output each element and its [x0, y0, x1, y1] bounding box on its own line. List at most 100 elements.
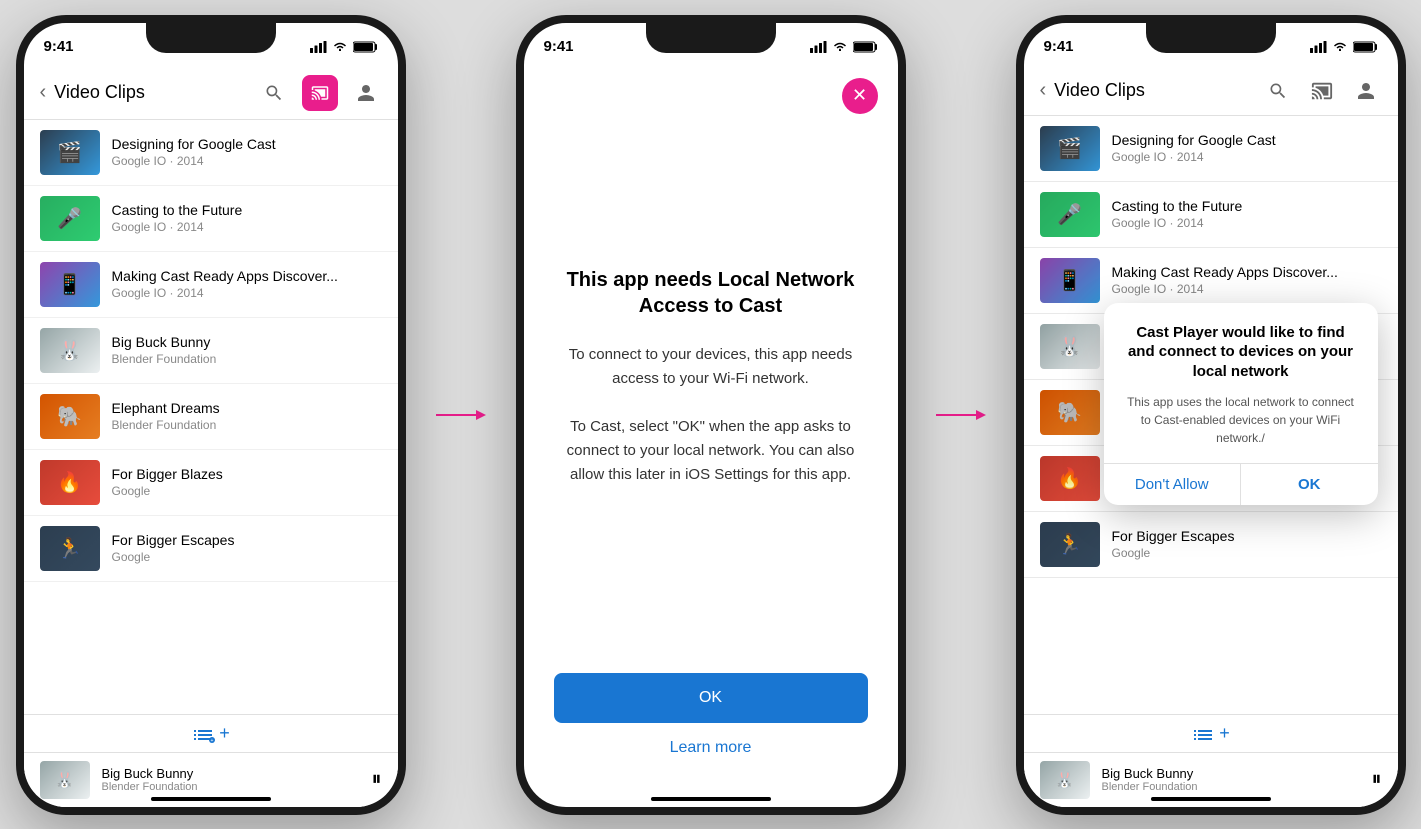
pause-button-1[interactable]: ⏸ — [372, 768, 382, 791]
modal-body-p1-2: To connect to your devices, this app nee… — [554, 343, 868, 391]
video-subtitle-1-3: Blender Foundation — [112, 352, 382, 366]
video-subtitle-3-6: Google — [1112, 546, 1382, 560]
thumb-3-6: 🏃 — [1040, 522, 1100, 567]
phone-2: 9:41 ✕ — [516, 15, 906, 815]
thumb-1-0: 🎬 — [40, 130, 100, 175]
thumb-3-3: 🐰 — [1040, 324, 1100, 369]
search-button-3[interactable] — [1262, 75, 1294, 107]
video-item-1-2[interactable]: 📱 Making Cast Ready Apps Discover... Goo… — [24, 252, 398, 318]
video-subtitle-1-4: Blender Foundation — [112, 418, 382, 432]
video-info-3-2: Making Cast Ready Apps Discover... Googl… — [1112, 264, 1382, 296]
modal-title-2: This app needs Local Network Access to C… — [554, 267, 868, 319]
now-playing-sub-3: Blender Foundation — [1102, 781, 1360, 793]
video-title-1-5: For Bigger Blazes — [112, 466, 382, 482]
app-bar-icons-1 — [258, 75, 382, 111]
status-time-2: 9:41 — [544, 38, 574, 55]
svg-text:+: + — [211, 738, 214, 743]
back-button-1[interactable]: ‹ — [40, 81, 47, 104]
queue-icon-1: + — [191, 723, 215, 743]
wifi-icon-1 — [332, 41, 348, 53]
learn-more-link-2[interactable]: Learn more — [554, 739, 868, 757]
dont-allow-button-3[interactable]: Don't Allow — [1104, 464, 1242, 505]
search-icon-1 — [264, 83, 284, 103]
video-info-1-5: For Bigger Blazes Google — [112, 466, 382, 498]
arrow-svg-1 — [436, 407, 486, 423]
account-button-3[interactable] — [1350, 75, 1382, 107]
modal-body-p2-2: To Cast, select "OK" when the app asks t… — [554, 415, 868, 487]
page-title-1: Video Clips — [54, 82, 249, 103]
video-info-1-0: Designing for Google Cast Google IO · 20… — [112, 136, 382, 168]
now-playing-thumb-1: 🐰 — [40, 761, 90, 799]
thumb-1-5: 🔥 — [40, 460, 100, 505]
wifi-icon-2 — [832, 41, 848, 53]
video-title-1-6: For Bigger Escapes — [112, 532, 382, 548]
video-item-3-6[interactable]: 🏃 For Bigger Escapes Google — [1024, 512, 1398, 578]
close-button-2[interactable]: ✕ — [842, 78, 878, 114]
page-title-3: Video Clips — [1054, 80, 1253, 101]
arrow-svg-2 — [936, 407, 986, 423]
notch-1 — [146, 23, 276, 53]
video-item-1-3[interactable]: 🐰 Big Buck Bunny Blender Foundation — [24, 318, 398, 384]
thumb-3-4: 🐘 — [1040, 390, 1100, 435]
phone-1: 9:41 — [16, 15, 406, 815]
video-item-1-6[interactable]: 🏃 For Bigger Escapes Google — [24, 516, 398, 582]
ok-button-2[interactable]: OK — [554, 673, 868, 723]
video-subtitle-3-0: Google IO · 2014 — [1112, 150, 1382, 164]
pause-button-3[interactable]: ⏸ — [1372, 768, 1382, 791]
search-button-1[interactable] — [258, 77, 290, 109]
video-item-1-5[interactable]: 🔥 For Bigger Blazes Google — [24, 450, 398, 516]
phone-3: 9:41 — [1016, 15, 1406, 815]
video-item-3-1[interactable]: 🎤 Casting to the Future Google IO · 2014 — [1024, 182, 1398, 248]
video-info-1-6: For Bigger Escapes Google — [112, 532, 382, 564]
video-list-1: 🎬 Designing for Google Cast Google IO · … — [24, 120, 398, 740]
video-info-3-0: Designing for Google Cast Google IO · 20… — [1112, 132, 1382, 164]
video-title-3-1: Casting to the Future — [1112, 198, 1382, 214]
permission-dialog-3: Cast Player would like to find and conne… — [1104, 303, 1378, 506]
queue-bar-3[interactable]: + — [1024, 715, 1398, 753]
account-button-1[interactable] — [350, 77, 382, 109]
video-subtitle-1-0: Google IO · 2014 — [112, 154, 382, 168]
now-playing-info-1: Big Buck Bunny Blender Foundation — [102, 766, 360, 793]
app-bar-icons-3 — [1262, 75, 1382, 107]
now-playing-title-3: Big Buck Bunny — [1102, 766, 1360, 781]
cast-button-1-active[interactable] — [302, 75, 338, 111]
home-indicator-3 — [1151, 797, 1271, 801]
queue-bar-1[interactable]: + + — [24, 715, 398, 753]
arrow-1 — [436, 407, 486, 423]
app-bar-3: ‹ Video Clips — [1024, 67, 1398, 116]
cast-button-3[interactable] — [1306, 75, 1338, 107]
video-item-3-0[interactable]: 🎬 Designing for Google Cast Google IO · … — [1024, 116, 1398, 182]
account-icon-1 — [354, 81, 378, 105]
video-title-3-6: For Bigger Escapes — [1112, 528, 1382, 544]
now-playing-sub-1: Blender Foundation — [102, 781, 360, 793]
bottom-bar-3: + 🐰 Big Buck Bunny Blender Foundation ⏸ — [1024, 714, 1398, 807]
now-playing-thumb-3: 🐰 — [1040, 761, 1090, 799]
home-indicator-2 — [651, 797, 771, 801]
thumb-3-2: 📱 — [1040, 258, 1100, 303]
back-button-3[interactable]: ‹ — [1040, 79, 1047, 102]
account-icon-3 — [1354, 79, 1378, 103]
video-item-1-0[interactable]: 🎬 Designing for Google Cast Google IO · … — [24, 120, 398, 186]
video-subtitle-3-1: Google IO · 2014 — [1112, 216, 1382, 230]
video-item-1-4[interactable]: 🐘 Elephant Dreams Blender Foundation — [24, 384, 398, 450]
thumb-1-6: 🏃 — [40, 526, 100, 571]
thumb-1-1: 🎤 — [40, 196, 100, 241]
video-title-1-4: Elephant Dreams — [112, 400, 382, 416]
modal-body-2: To connect to your devices, this app nee… — [554, 343, 868, 487]
video-item-1-1[interactable]: 🎤 Casting to the Future Google IO · 2014 — [24, 186, 398, 252]
video-subtitle-3-2: Google IO · 2014 — [1112, 282, 1382, 296]
status-icons-3 — [1310, 41, 1378, 53]
thumb-1-4: 🐘 — [40, 394, 100, 439]
notch-2 — [646, 23, 776, 53]
thumb-1-2: 📱 — [40, 262, 100, 307]
queue-icon-3 — [1191, 723, 1215, 743]
signal-icon-3 — [1310, 41, 1327, 53]
app-bar-1: ‹ Video Clips — [24, 67, 398, 120]
video-info-3-6: For Bigger Escapes Google — [1112, 528, 1382, 560]
video-subtitle-1-2: Google IO · 2014 — [112, 286, 382, 300]
video-subtitle-1-6: Google — [112, 550, 382, 564]
video-title-3-2: Making Cast Ready Apps Discover... — [1112, 264, 1382, 280]
ok-button-3[interactable]: OK — [1241, 464, 1378, 505]
video-title-1-1: Casting to the Future — [112, 202, 382, 218]
status-icons-2 — [810, 41, 878, 53]
